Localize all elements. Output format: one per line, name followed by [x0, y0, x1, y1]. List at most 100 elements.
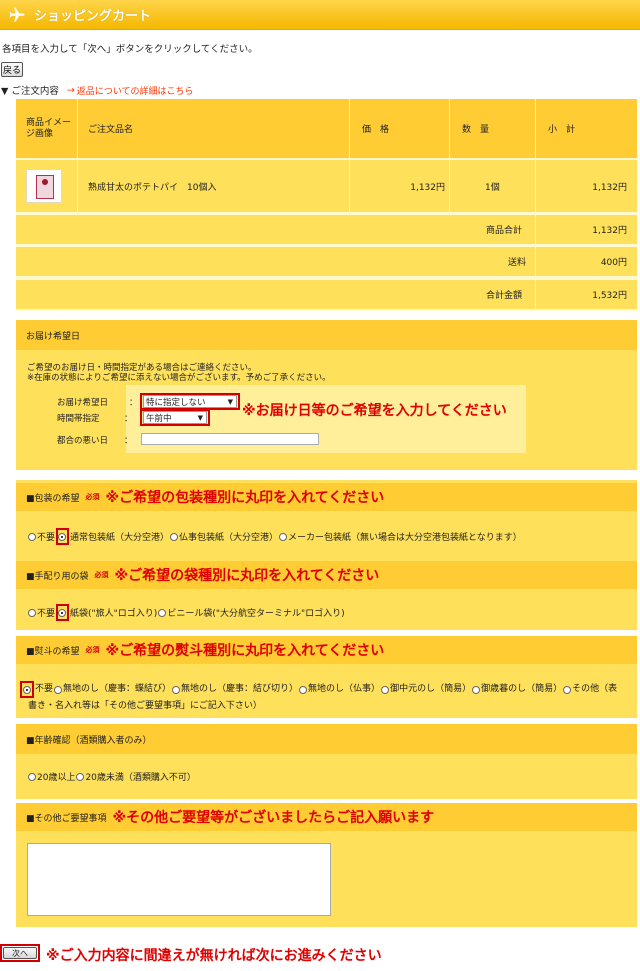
order-table: 商品イメージ画像 ご注文品名 価 格 数 量 小 計 熟成甘太のポテトパイ 10…	[16, 99, 637, 311]
column-header-subtotal: 小 計	[548, 125, 576, 135]
total-row-shipping: 送料 400円	[16, 247, 637, 276]
wrapping-panel: ■包装の希望 必須 ※ご希望の包装種別に丸印を入れてください	[16, 480, 637, 560]
age-radio-under20[interactable]	[76, 772, 85, 781]
next-button-highlight: 次へ	[0, 944, 40, 962]
return-policy-link[interactable]: 返品についての詳細はこちら	[77, 84, 194, 97]
bag-radio-highlight	[56, 604, 70, 621]
order-heading: ▼ ご注文内容 → 返品についての詳細はこちら	[1, 83, 194, 98]
age-title: ■年齢確認（酒類購入者のみ）	[16, 724, 637, 754]
noshi-radio-musubikiri[interactable]	[172, 685, 181, 694]
next-button[interactable]: 次へ	[3, 947, 37, 959]
delivery-date-value: 特に指定しない	[146, 397, 206, 408]
noshi-radio-ochugen[interactable]	[381, 685, 390, 694]
product-qty: 1個	[485, 182, 500, 193]
wrapping-radio-maker[interactable]	[279, 532, 288, 541]
bag-radio-none[interactable]	[28, 608, 36, 617]
wrapping-option-label: 不要	[37, 533, 56, 543]
noshi-radio-oseibo[interactable]	[472, 685, 481, 694]
product-price: 1,132円	[410, 182, 445, 193]
bag-title: ■手配り用の袋	[26, 571, 89, 582]
wrapping-annotation: ※ご希望の包装種別に丸印を入れてください	[105, 490, 385, 506]
wrapping-radio-standard[interactable]	[58, 532, 67, 541]
total-row-grand: 合計金額 1,532円	[16, 280, 637, 309]
table-header-row: 商品イメージ画像 ご注文品名 価 格 数 量 小 計	[16, 99, 637, 158]
age-option-label: 20歳以上	[37, 773, 76, 783]
arrow-icon: →	[66, 84, 75, 96]
delivery-date-label: お届け希望日	[57, 398, 109, 408]
bag-option-label: 紙袋("旅人"ロゴ入り)	[70, 609, 158, 619]
other-requests-textarea[interactable]	[27, 843, 331, 916]
bag-annotation: ※ご希望の袋種別に丸印を入れてください	[114, 568, 380, 584]
other-panel-head: ■その他ご要望事項 ※その他ご要望等がございましたらご記入願います	[16, 803, 637, 831]
delivery-panel-title: お届け希望日	[16, 320, 637, 350]
wrapping-option-label: 仏事包装紙（大分空港）	[179, 533, 279, 543]
noshi-option-label: 御中元のし（簡易）	[390, 684, 472, 694]
noshi-option-label: 無地のし（慶事：結び切り）	[181, 684, 299, 694]
noshi-title: ■熨斗の希望	[26, 646, 80, 657]
back-button[interactable]: 戻る	[1, 62, 23, 77]
delivery-note-line1: ご希望のお届け日・時間指定がある場合はご連絡ください。	[27, 363, 257, 373]
time-slot-label: 時間帯指定	[57, 414, 100, 424]
time-slot-value: 午前中	[146, 413, 172, 424]
bag-radio-vinyl[interactable]	[158, 608, 167, 617]
wrapping-options: 不要 通常包装紙（大分空港） 仏事包装紙（大分空港） メーカー包装紙（無い場合は…	[28, 528, 523, 545]
caret-down-icon: ▼	[227, 397, 233, 406]
bag-option-label: 不要	[37, 609, 56, 619]
table-row: 熟成甘太のポテトパイ 10個入 1,132円 1個 1,132円	[16, 160, 637, 212]
wrapping-radio-buddhist[interactable]	[170, 532, 179, 541]
goods-total-value: 1,132円	[592, 226, 627, 236]
delivery-date-select[interactable]: 特に指定しない ▼	[143, 395, 237, 408]
noshi-radio-butterfly[interactable]	[54, 685, 63, 694]
wrapping-title: ■包装の希望	[26, 493, 80, 504]
column-header-image: 商品イメージ画像	[26, 117, 72, 139]
noshi-option-label: その他（表	[572, 684, 618, 694]
bad-day-label: 都合の悪い日	[57, 436, 109, 446]
caret-down-icon: ▼	[197, 413, 203, 422]
noshi-annotation: ※ご希望の熨斗種別に丸印を入れてください	[105, 643, 385, 659]
total-row-goods: 商品合計 1,132円	[16, 215, 637, 244]
grand-total-label: 合計金額	[486, 291, 523, 301]
noshi-options: 不要 無地のし（慶事：蝶結び） 無地のし（慶事：結び切り） 無地のし（仏事） 御…	[20, 681, 635, 715]
page-title: ショッピングカート	[34, 9, 152, 24]
time-slot-select[interactable]: 午前中 ▼	[143, 411, 207, 424]
page-header: ショッピングカート	[0, 0, 640, 30]
product-subtotal: 1,132円	[592, 182, 627, 193]
other-annotation: ※その他ご要望等がございましたらご記入願います	[112, 810, 435, 826]
bad-day-input[interactable]	[141, 433, 319, 445]
noshi-radio-buddhist[interactable]	[299, 685, 308, 694]
column-header-name: ご注文品名	[88, 125, 134, 135]
wrapping-radio-highlight	[56, 528, 70, 545]
bag-options: 不要 紙袋("旅人"ロゴ入り) ビニール袋("大分航空ターミナル"ロゴ入り)	[28, 604, 346, 621]
required-badge: 必須	[94, 571, 109, 579]
delivery-note: ご希望のお届け日・時間指定がある場合はご連絡ください。 ※在庫の状態によりご希望…	[27, 363, 331, 383]
required-badge: 必須	[85, 493, 100, 501]
shipping-value: 400円	[600, 258, 627, 268]
date-select-highlight: 特に指定しない ▼	[140, 393, 240, 410]
delivery-note-line2: ※在庫の状態によりご希望に添えない場合がございます。予めご了承ください。	[27, 373, 331, 383]
order-heading-label: ▼ ご注文内容	[1, 86, 59, 97]
colon-1: ：	[129, 398, 138, 408]
age-radio-over20[interactable]	[28, 772, 36, 781]
noshi-radio-other[interactable]	[563, 685, 572, 694]
airplane-icon	[6, 4, 28, 26]
product-image	[26, 169, 62, 203]
product-name: 熟成甘太のポテトパイ 10個入	[88, 182, 217, 193]
wrapping-radio-none[interactable]	[28, 532, 36, 541]
noshi-panel-head: ■熨斗の希望 必須 ※ご希望の熨斗種別に丸印を入れてください	[16, 636, 637, 664]
noshi-option-label: 無地のし（仏事）	[308, 684, 381, 694]
bag-panel-head: ■手配り用の袋 必須 ※ご希望の袋種別に丸印を入れてください	[16, 561, 637, 589]
shipping-label: 送料	[508, 258, 527, 268]
wrapping-option-label: メーカー包装紙（無い場合は大分空港包装紙となります）	[288, 533, 522, 543]
age-option-label: 20歳未満（酒類購入不可）	[85, 773, 196, 783]
wrapping-option-label: 通常包装紙（大分空港）	[70, 533, 170, 543]
column-header-price: 価 格	[362, 125, 390, 135]
noshi-other-note: 書き・名入れ等は「その他ご要望事項」にご記入下さい）	[28, 701, 262, 711]
bag-radio-paper[interactable]	[58, 608, 67, 617]
age-panel: ■年齢確認（酒類購入者のみ）	[16, 724, 637, 799]
noshi-option-label: 無地のし（慶事：蝶結び）	[63, 684, 172, 694]
instructions-text: 各項目を入力して「次へ」ボタンをクリックしてください。	[2, 44, 258, 55]
colon-2: ：	[124, 414, 133, 424]
noshi-option-label: 御歳暮のし（簡易）	[481, 684, 563, 694]
noshi-radio-none[interactable]	[22, 685, 31, 694]
age-options: 20歳以上 20歳未満（酒類購入不可）	[28, 770, 197, 783]
